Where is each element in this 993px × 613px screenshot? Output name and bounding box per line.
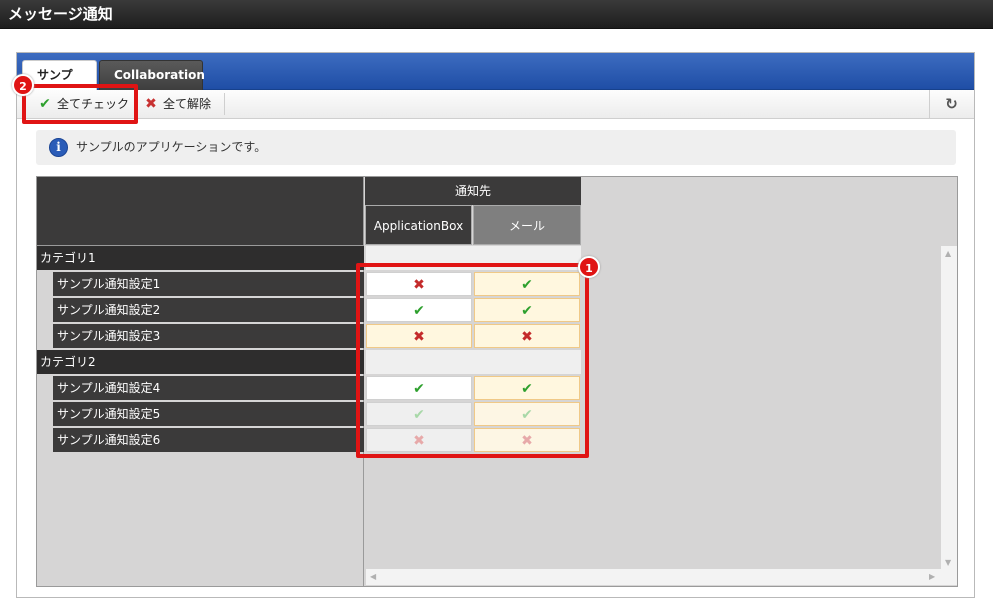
horizontal-scrollbar[interactable]: ◀ ▶ (366, 569, 941, 585)
category-row: カテゴリ1 (37, 246, 364, 270)
refresh-icon: ↻ (945, 95, 958, 113)
annotation-badge-1: 1 (578, 256, 600, 278)
highlight-box-check-all (22, 84, 138, 124)
notify-target-header: 通知先 (365, 177, 581, 205)
annotation-badge-2: 2 (12, 74, 34, 96)
grid-corner-header (37, 177, 364, 245)
setting-row-label: サンプル通知設定4 (53, 376, 364, 400)
window-title: メッセージ通知 (0, 0, 993, 29)
refresh-button[interactable]: ↻ (929, 90, 973, 118)
highlight-box-grid (356, 263, 589, 458)
info-text: サンプルのアプリケーションです。 (76, 140, 267, 154)
cross-icon: ✖ (145, 96, 157, 112)
column-header-applicationbox[interactable]: ApplicationBox (365, 205, 472, 245)
scroll-down-icon[interactable]: ▼ (945, 558, 951, 567)
tab-bar: サンプル Collaboration (17, 53, 974, 110)
uncheck-all-button[interactable]: ✖ 全て解除 (143, 90, 211, 118)
toolbar: ✔ 全てチェック ✖ 全て解除 ↻ (17, 90, 974, 119)
setting-row-label: サンプル通知設定6 (53, 428, 364, 452)
scroll-up-icon[interactable]: ▲ (945, 249, 951, 258)
category-row: カテゴリ2 (37, 350, 364, 374)
setting-row-label: サンプル通知設定1 (53, 272, 364, 296)
column-header-mail[interactable]: メール (473, 205, 581, 245)
scroll-corner (941, 569, 957, 585)
uncheck-all-label: 全て解除 (163, 97, 212, 111)
toolbar-divider (224, 93, 225, 115)
setting-row-label: サンプル通知設定2 (53, 298, 364, 322)
info-message: i サンプルのアプリケーションです。 (36, 130, 956, 165)
setting-row-label: サンプル通知設定3 (53, 324, 364, 348)
scroll-right-icon[interactable]: ▶ (929, 572, 935, 581)
info-icon: i (49, 138, 68, 157)
setting-row-label: サンプル通知設定5 (53, 402, 364, 426)
scroll-left-icon[interactable]: ◀ (370, 572, 376, 581)
vertical-scrollbar[interactable]: ▲ ▼ (941, 246, 957, 569)
